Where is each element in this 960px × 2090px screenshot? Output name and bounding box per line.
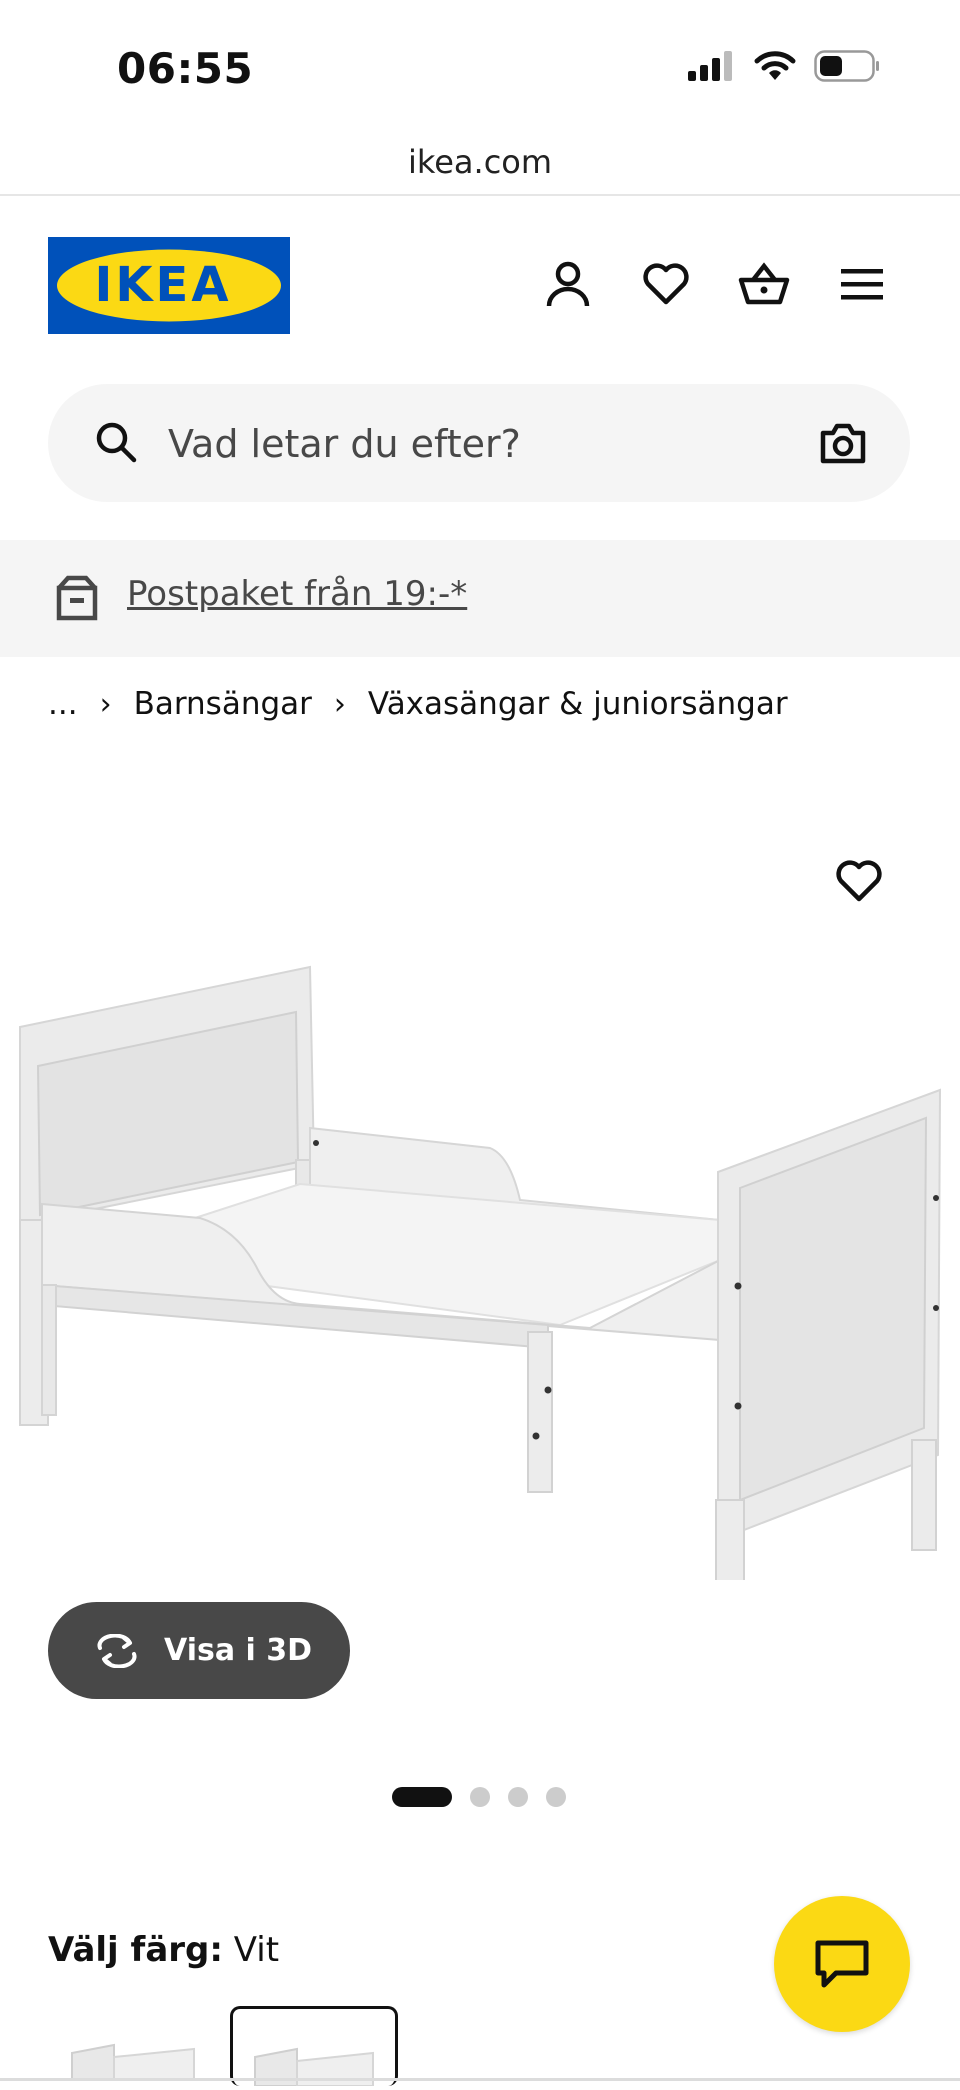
view-3d-label: Visa i 3D [164, 1633, 313, 1668]
color-value: Vit [233, 1930, 280, 1970]
chevron-right-icon: › [99, 686, 112, 722]
promo-banner[interactable]: Postpaket från 19:-* [0, 540, 960, 657]
heart-icon[interactable] [640, 258, 692, 310]
status-time: 06:55 [117, 44, 254, 93]
carousel-dot[interactable] [470, 1787, 490, 1807]
chat-button[interactable] [774, 1896, 910, 2032]
signal-icon [688, 51, 732, 81]
search-icon [96, 422, 137, 463]
search-input[interactable] [166, 384, 770, 504]
profile-icon[interactable] [542, 258, 594, 310]
menu-icon[interactable] [836, 258, 888, 310]
parcel-icon [56, 575, 98, 621]
camera-search-icon[interactable] [820, 422, 866, 464]
breadcrumb: ... › Barnsängar › Växasängar & juniorsä… [48, 686, 788, 722]
product-image[interactable] [0, 940, 960, 1580]
wifi-icon [754, 51, 796, 80]
breadcrumb-item[interactable]: Barnsängar [134, 686, 312, 722]
logo-text: IKEA [95, 257, 232, 313]
favorite-button[interactable] [836, 860, 882, 906]
chat-icon [815, 1940, 869, 1988]
view-3d-button[interactable]: Visa i 3D [48, 1602, 350, 1699]
battery-icon [814, 50, 879, 82]
color-selector-label: Välj färg: Vit [48, 1930, 279, 1970]
image-carousel-dots [392, 1787, 566, 1807]
color-option-selected[interactable] [230, 2006, 398, 2087]
promo-link[interactable]: Postpaket från 19:-* [127, 574, 467, 614]
logo-mark: IKEA [48, 237, 290, 334]
rotate-3d-icon [97, 1633, 137, 1668]
heart-icon [836, 860, 882, 902]
chevron-right-icon: › [333, 686, 346, 722]
search-bar[interactable] [48, 384, 910, 504]
color-label: Välj färg: [48, 1930, 223, 1970]
color-option-thumbnail[interactable] [64, 2035, 204, 2081]
carousel-dot[interactable] [508, 1787, 528, 1807]
url-bar[interactable]: ikea.com [0, 118, 960, 196]
color-option-image [254, 2047, 374, 2087]
status-icons [688, 50, 880, 82]
carousel-dot[interactable] [546, 1787, 566, 1807]
cart-icon[interactable] [738, 258, 790, 310]
ikea-logo[interactable]: IKEA [48, 237, 290, 334]
breadcrumb-item[interactable]: Växasängar & juniorsängar [368, 686, 788, 722]
carousel-dot[interactable] [392, 1787, 452, 1807]
header-icons [542, 258, 888, 310]
breadcrumb-ellipsis[interactable]: ... [48, 686, 78, 722]
